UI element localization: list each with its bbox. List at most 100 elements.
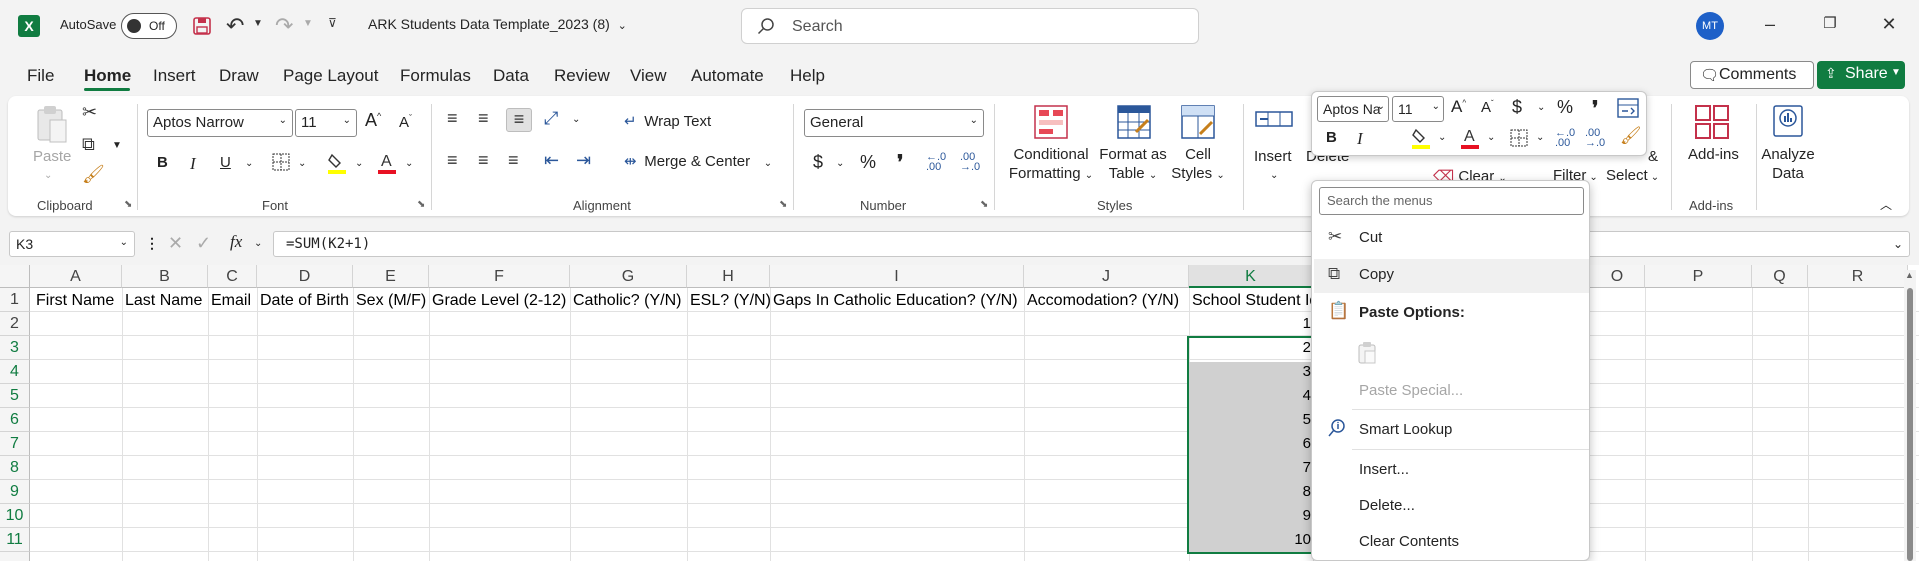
format-as-table-icon[interactable]	[1116, 104, 1152, 140]
row-header-10[interactable]: 10	[0, 504, 30, 528]
format-painter-icon[interactable]: 🖌	[82, 164, 105, 185]
row-header-9[interactable]: 9	[0, 480, 30, 504]
cell-A1[interactable]: First Name	[36, 292, 122, 310]
column-header-P[interactable]: P	[1645, 265, 1752, 288]
context-search-input[interactable]: Search the menus	[1319, 187, 1584, 215]
cell-E1[interactable]: Sex (M/F)	[356, 292, 429, 310]
mini-font-color-icon[interactable]: A	[1460, 124, 1480, 150]
align-top-icon[interactable]: ≡	[447, 108, 458, 129]
dialog-launcher-icon[interactable]: ⬊	[779, 199, 787, 210]
cell-K3[interactable]: 2	[1189, 336, 1313, 360]
font-color-icon[interactable]: A	[377, 149, 397, 175]
tab-view[interactable]: View	[630, 66, 667, 86]
row-header-3[interactable]: 3	[0, 336, 30, 360]
more-options-icon[interactable]: ⋮	[145, 235, 159, 252]
row-header-12[interactable]	[0, 552, 30, 561]
restore-icon[interactable]: ❐	[1820, 14, 1840, 34]
column-header-F[interactable]: F	[429, 265, 570, 288]
minimize-icon[interactable]: –	[1760, 14, 1780, 34]
scroll-up-icon[interactable]: ▲	[1905, 270, 1914, 280]
orientation-icon[interactable]: ⤢	[544, 108, 558, 129]
tab-insert[interactable]: Insert	[153, 66, 196, 86]
scrollbar-thumb[interactable]	[1907, 288, 1913, 561]
cell-K4[interactable]: 3	[1189, 360, 1313, 384]
row-header-11[interactable]: 11	[0, 528, 30, 552]
mini-currency-icon[interactable]: $	[1512, 97, 1522, 118]
enter-icon[interactable]: ✓	[196, 233, 211, 254]
currency-icon[interactable]: $	[813, 152, 823, 173]
search-input[interactable]: Search	[741, 8, 1199, 44]
increase-decimal-icon[interactable]: ←.0.00	[926, 152, 946, 173]
mini-increase-decimal-icon[interactable]: ←.0.00	[1555, 128, 1575, 149]
vertical-scrollbar[interactable]: ▲	[1904, 270, 1916, 561]
menu-item-insert[interactable]: Insert...	[1359, 461, 1409, 478]
cell-B1[interactable]: Last Name	[125, 292, 208, 310]
file-title[interactable]: ARK Students Data Template_2023 (8) ⌄	[368, 16, 627, 32]
menu-item-copy[interactable]: Copy	[1359, 266, 1394, 283]
menu-item-cut[interactable]: Cut	[1359, 229, 1382, 246]
underline-dropdown-icon[interactable]: ⌄	[245, 158, 253, 169]
comma-icon[interactable]: ❜	[897, 150, 903, 175]
cell-styles-button[interactable]: Cell Styles ⌄	[1166, 145, 1230, 185]
mini-format-table-icon[interactable]	[1617, 98, 1639, 118]
share-button[interactable]: ⇪ Share ▼	[1817, 61, 1905, 89]
column-header-Q[interactable]: Q	[1752, 265, 1808, 288]
column-header-E[interactable]: E	[353, 265, 429, 288]
close-icon[interactable]: ✕	[1879, 14, 1899, 34]
align-middle-icon[interactable]: ≡	[478, 108, 489, 129]
cell-C1[interactable]: Email	[211, 292, 257, 310]
mini-decrease-decimal-icon[interactable]: .00 →.0	[1585, 128, 1605, 149]
column-header-C[interactable]: C	[208, 265, 257, 288]
mini-size-select[interactable]: 11 ⌄	[1392, 96, 1444, 122]
insert-function-icon[interactable]: fx	[230, 232, 242, 252]
editing-sort-fragment[interactable]: &	[1648, 148, 1658, 165]
column-header-D[interactable]: D	[257, 265, 353, 288]
fill-color-dropdown-icon[interactable]: ⌄	[355, 158, 363, 169]
number-format-select[interactable]: General ⌄	[804, 109, 984, 137]
menu-item-smart-lookup[interactable]: Smart Lookup	[1359, 421, 1452, 438]
percent-icon[interactable]: %	[860, 152, 876, 173]
analyze-data-button[interactable]: Analyze Data	[1758, 145, 1818, 183]
chevron-down-icon[interactable]: ⌄	[1270, 170, 1278, 181]
row-header-8[interactable]: 8	[0, 456, 30, 480]
underline-icon[interactable]: U	[220, 154, 231, 171]
paste-label[interactable]: Paste	[33, 148, 71, 165]
mini-fill-color-icon[interactable]	[1411, 126, 1431, 150]
cell-styles-icon[interactable]	[1180, 104, 1216, 140]
paste-option-icon[interactable]	[1357, 341, 1379, 365]
mini-fill-dropdown-icon[interactable]: ⌄	[1438, 132, 1446, 143]
tab-review[interactable]: Review	[554, 66, 610, 86]
dialog-launcher-icon[interactable]: ⬊	[417, 199, 425, 210]
mini-borders-icon[interactable]	[1510, 129, 1528, 147]
analyze-data-icon[interactable]	[1770, 104, 1806, 140]
column-header-J[interactable]: J	[1024, 265, 1189, 288]
mini-increase-font-icon[interactable]: A^	[1451, 97, 1466, 117]
select-all-corner[interactable]	[0, 265, 30, 288]
align-left-icon[interactable]: ≡	[447, 150, 458, 171]
align-center-icon[interactable]: ≡	[478, 150, 489, 171]
tab-help[interactable]: Help	[790, 66, 825, 86]
row-header-6[interactable]: 6	[0, 408, 30, 432]
cell-K11[interactable]: 10	[1189, 528, 1313, 552]
mini-bold-icon[interactable]: B	[1326, 129, 1337, 146]
dialog-launcher-icon[interactable]: ⬊	[980, 199, 988, 210]
increase-font-icon[interactable]: A^	[365, 110, 381, 131]
cell-K6[interactable]: 5	[1189, 408, 1313, 432]
save-icon[interactable]	[192, 16, 212, 36]
copy-icon[interactable]: ⧉	[82, 134, 95, 155]
menu-item-delete[interactable]: Delete...	[1359, 497, 1415, 514]
orientation-dropdown-icon[interactable]: ⌄	[572, 114, 580, 125]
cell-J1[interactable]: Accomodation? (Y/N)	[1027, 292, 1189, 310]
redo-icon[interactable]: ↷	[275, 13, 293, 39]
decrease-decimal-icon[interactable]: .00 →.0	[960, 152, 980, 173]
conditional-formatting-button[interactable]: Conditional Formatting ⌄	[1005, 145, 1097, 185]
cell-K9[interactable]: 8	[1189, 480, 1313, 504]
tab-draw[interactable]: Draw	[219, 66, 259, 86]
undo-dropdown-icon[interactable]: ▼	[253, 18, 263, 29]
mini-font-select[interactable]: Aptos Na ⌄	[1317, 96, 1389, 122]
redo-dropdown-icon[interactable]: ▼	[303, 18, 313, 29]
copy-dropdown-icon[interactable]: ▼	[112, 140, 122, 151]
wrap-text-button[interactable]: ↵ Wrap Text	[624, 112, 711, 130]
font-size-select[interactable]: 11 ⌄	[295, 109, 357, 137]
merge-center-button[interactable]: ⇹ Merge & Center ⌄	[624, 152, 772, 170]
